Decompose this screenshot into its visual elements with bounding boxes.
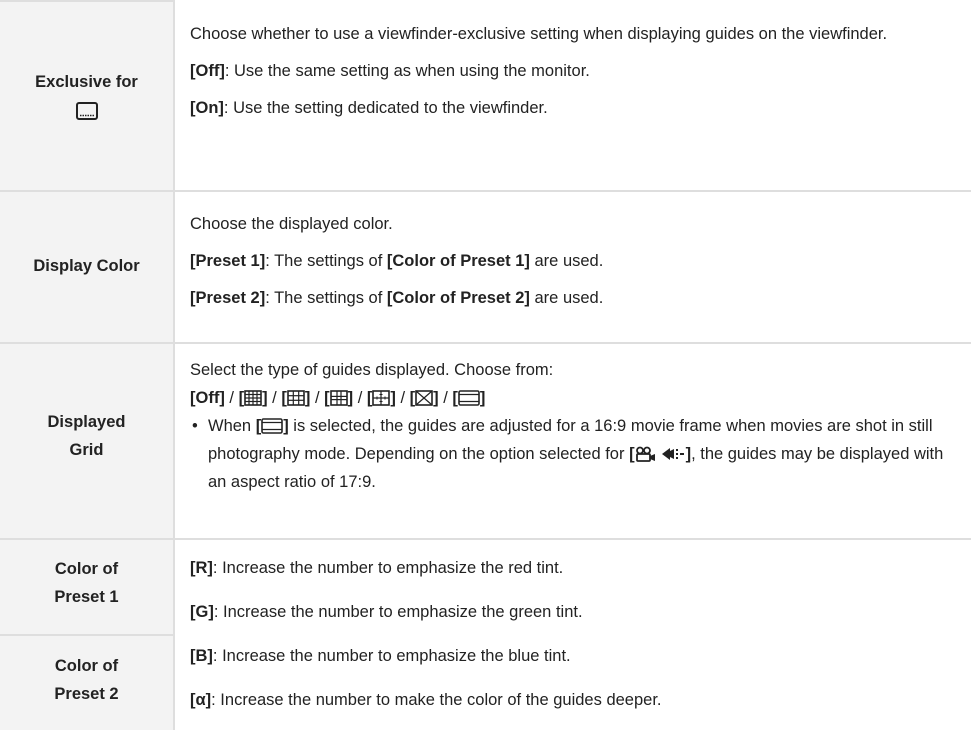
settings-table: Exclusive for Choose whether to use a vi…	[0, 0, 971, 730]
grid-scale-icon	[372, 390, 391, 406]
preset-1-option: [Preset 1]: The settings of [Color of Pr…	[190, 252, 604, 270]
grid-16-9-icon	[261, 418, 283, 434]
grid-16-9-icon	[458, 390, 480, 406]
movie-camera-icon	[635, 446, 655, 462]
row-content-display-color: Choose the displayed color. [Preset 1]: …	[190, 210, 960, 312]
list-item: When [] is selected, the guides are adju…	[190, 412, 960, 496]
green-option: [G]: Increase the number to emphasize th…	[190, 603, 583, 621]
blue-option: [B]: Increase the number to emphasize th…	[190, 647, 571, 665]
grid-golden-icon	[329, 390, 348, 406]
row-content-exclusive: Choose whether to use a viewfinder-exclu…	[190, 20, 960, 122]
row-content-color-presets: [R]: Increase the number to emphasize th…	[190, 554, 960, 714]
row-label-color-preset-1: Color of Preset 1	[54, 560, 119, 606]
row-content-displayed-grid: Select the type of guides displayed. Cho…	[190, 356, 960, 496]
row-label-displayed-grid: Displayed Grid	[47, 413, 126, 459]
row-divider	[0, 190, 971, 192]
grid-3x3-icon	[287, 390, 305, 406]
red-option: [R]: Increase the number to emphasize th…	[190, 559, 564, 577]
viewfinder-icon	[75, 102, 98, 120]
row-label-exclusive: Exclusive for	[0, 68, 173, 120]
row-label-display-color: Display Color	[33, 257, 140, 275]
row-divider	[0, 634, 175, 636]
grid-4x4-icon	[244, 390, 262, 406]
grid-notes: When [] is selected, the guides are adju…	[190, 412, 960, 496]
movie-frame-rate-icon	[661, 448, 684, 460]
row-divider	[0, 342, 971, 344]
grid-diagonal-icon	[415, 390, 433, 406]
row-divider	[0, 0, 175, 2]
exclusive-description: Choose whether to use a viewfinder-exclu…	[190, 25, 888, 43]
grid-description: Select the type of guides displayed. Cho…	[190, 361, 554, 379]
exclusive-off-option: [Off]: Use the same setting as when usin…	[190, 62, 590, 80]
display-color-description: Choose the displayed color.	[190, 215, 393, 233]
grid-options: [Off] / [] / [] / [] / [] / [] / []	[190, 389, 486, 407]
row-label-color-preset-2: Color of Preset 2	[54, 657, 119, 703]
preset-2-option: [Preset 2]: The settings of [Color of Pr…	[190, 289, 604, 307]
alpha-option: [α]: Increase the number to make the col…	[190, 691, 662, 709]
exclusive-on-option: [On]: Use the setting dedicated to the v…	[190, 99, 548, 117]
row-divider	[0, 538, 971, 540]
